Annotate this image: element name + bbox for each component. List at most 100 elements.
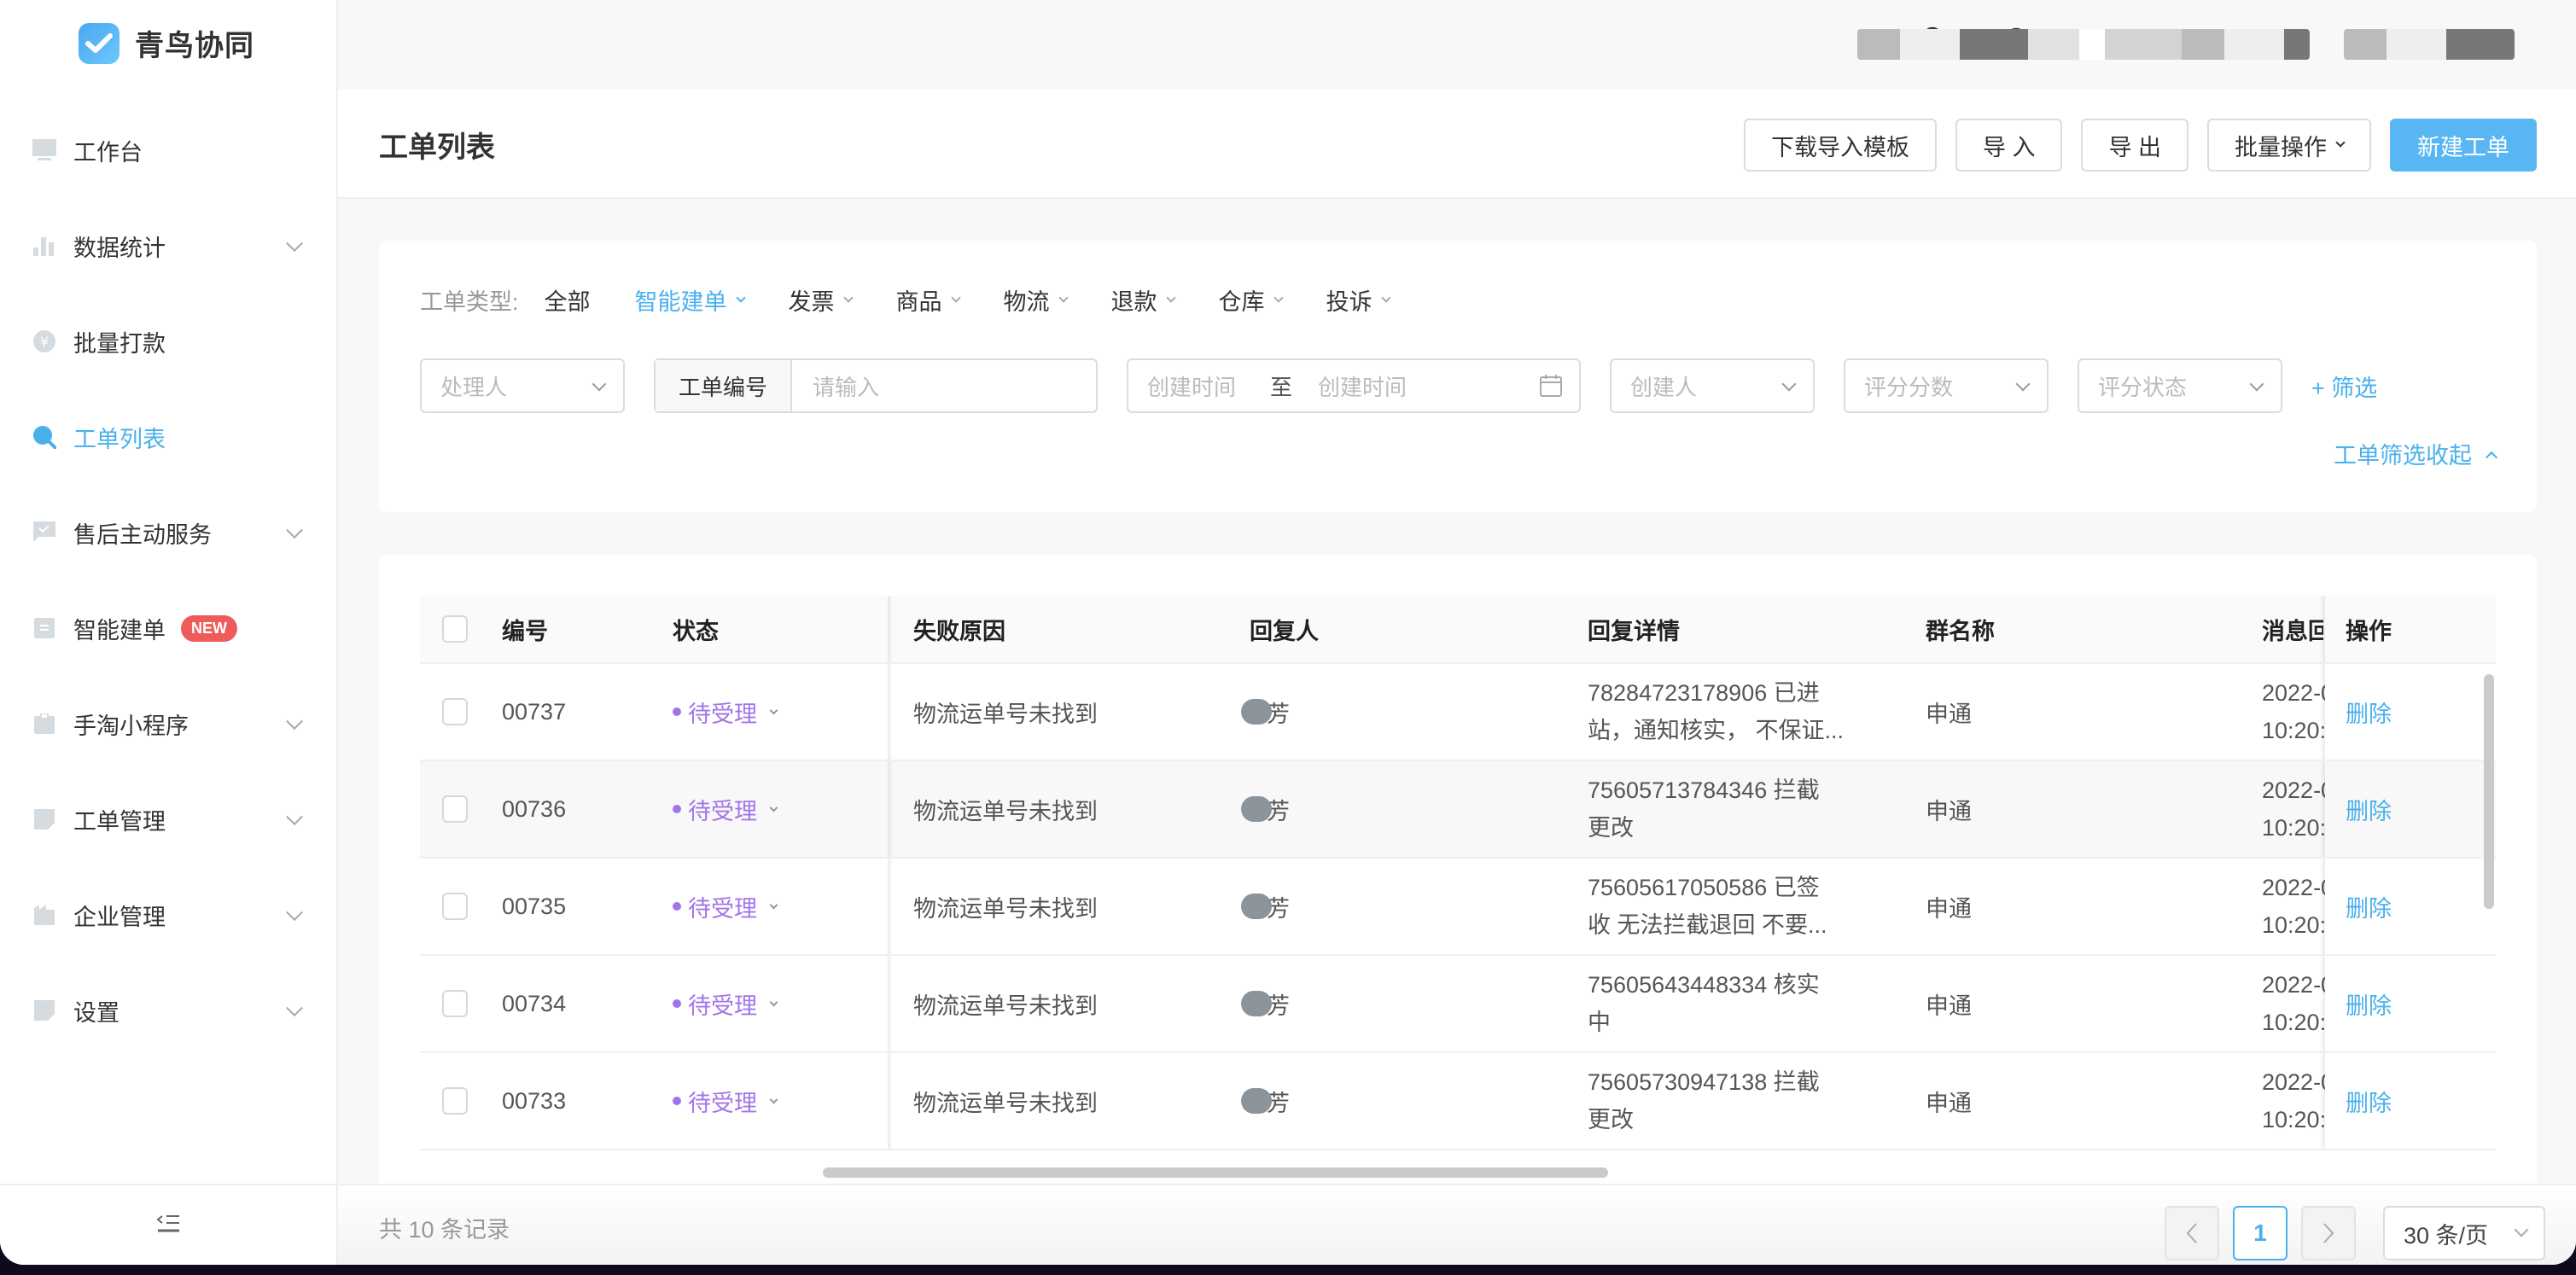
- failure-reason: 物流运单号未找到: [913, 798, 1098, 824]
- settings-note-icon: [32, 998, 56, 1022]
- type-tab-label: 仓库: [1218, 289, 1265, 315]
- creator-select[interactable]: 创建人: [1610, 358, 1815, 413]
- replier: 芳: [1241, 664, 1290, 760]
- ticket-id[interactable]: 00734: [502, 956, 566, 1051]
- next-page-button[interactable]: [2301, 1206, 2356, 1260]
- redacted-name-blur: [1241, 1088, 1272, 1114]
- chevron-down-icon: [2015, 376, 2031, 392]
- horizontal-scrollbar[interactable]: [823, 1167, 1608, 1178]
- status-dot-icon: [673, 805, 681, 813]
- sidebar-item-settings[interactable]: 设置: [0, 963, 338, 1058]
- search-icon: [32, 425, 56, 449]
- delete-link[interactable]: 删除: [2346, 793, 2392, 826]
- chevron-down-icon: [286, 521, 303, 539]
- collapse-filters-button[interactable]: 工单筛选收起: [2334, 437, 2498, 470]
- sidebar-item-label: 手淘小程序: [73, 713, 189, 739]
- type-tab-warehouse[interactable]: 仓库: [1218, 283, 1284, 317]
- new-badge: NEW: [181, 614, 237, 642]
- vertical-scrollbar[interactable]: [2484, 674, 2494, 909]
- score-status-select[interactable]: 评分状态: [2078, 358, 2282, 413]
- chevron-down-icon: [592, 376, 607, 392]
- row-checkbox[interactable]: [442, 1087, 468, 1115]
- status-dropdown[interactable]: 待受理: [673, 664, 778, 760]
- handler-select[interactable]: 处理人: [420, 358, 625, 413]
- replier: 芳: [1241, 761, 1290, 857]
- page-size-value: 30 条/页: [2404, 1222, 2489, 1249]
- page-number[interactable]: 1: [2233, 1206, 2288, 1260]
- header-actions: 下载导入模板 导 入 导 出 批量操作 新建工单: [1725, 119, 2537, 172]
- delete-link[interactable]: 删除: [2346, 696, 2392, 729]
- status-dropdown[interactable]: 待受理: [673, 859, 778, 954]
- type-tab-all[interactable]: 全部: [545, 283, 591, 317]
- date-end-input[interactable]: 创建时间: [1318, 370, 1407, 402]
- status-dropdown[interactable]: 待受理: [673, 761, 778, 857]
- sidebar-item-enterprise[interactable]: 企业管理: [0, 867, 338, 963]
- sidebar-item-smart-create[interactable]: 智能建单 NEW: [0, 580, 338, 676]
- import-button[interactable]: 导 入: [1955, 119, 2063, 172]
- ticket-id[interactable]: 00736: [502, 761, 566, 857]
- type-tab-invoice[interactable]: 发票: [789, 283, 854, 317]
- collapse-filters-label: 工单筛选收起: [2334, 443, 2472, 469]
- delete-link[interactable]: 删除: [2346, 987, 2392, 1021]
- ticket-number-input[interactable]: 请输入: [792, 370, 879, 402]
- type-tab-refund[interactable]: 退款: [1110, 283, 1176, 317]
- sidebar-item-ticket-list[interactable]: 工单列表: [0, 389, 338, 485]
- sidebar-item-ticket-management[interactable]: 工单管理: [0, 771, 338, 867]
- delete-link[interactable]: 删除: [2346, 890, 2392, 923]
- fixed-column-shadow: [888, 859, 893, 954]
- replier: 芳: [1241, 956, 1290, 1051]
- ticket-id[interactable]: 00733: [502, 1053, 566, 1149]
- download-template-button[interactable]: 下载导入模板: [1743, 119, 1937, 172]
- table-row: 00733 待受理 物流运单号未找到芳 75605730947138 拦截 更改 申通 2…: [420, 1053, 2496, 1150]
- export-button[interactable]: 导 出: [2081, 119, 2188, 172]
- type-tab-complaint[interactable]: 投诉: [1326, 283, 1391, 317]
- sidebar-item-label: 工单列表: [73, 426, 166, 452]
- create-ticket-button[interactable]: 新建工单: [2390, 119, 2537, 172]
- sidebar-item-aftersales[interactable]: 售后主动服务: [0, 485, 338, 580]
- type-tab-label: 投诉: [1326, 289, 1373, 315]
- status-label: 待受理: [688, 798, 757, 824]
- fixed-column-shadow: [888, 956, 893, 1051]
- prev-page-button[interactable]: [2165, 1206, 2219, 1260]
- sidebar-item-workbench[interactable]: 工作台: [0, 102, 338, 198]
- ticket-number-field: 工单编号 请输入: [654, 358, 1098, 413]
- handler-placeholder: 处理人: [440, 374, 508, 400]
- failure-reason: 物流运单号未找到: [913, 895, 1098, 922]
- group-name: 申通: [1926, 1090, 1972, 1116]
- collapse-menu-icon: [156, 1212, 181, 1239]
- page-size-select[interactable]: 30 条/页: [2383, 1206, 2545, 1260]
- ticket-id[interactable]: 00735: [502, 859, 566, 954]
- type-tab-smart-create[interactable]: 智能建单: [635, 283, 746, 317]
- chevron-down-icon: [769, 1095, 778, 1103]
- chevron-down-icon: [735, 292, 746, 303]
- type-tab-logistics[interactable]: 物流: [1004, 283, 1069, 317]
- status-dropdown[interactable]: 待受理: [673, 1053, 778, 1149]
- row-checkbox[interactable]: [442, 795, 468, 823]
- chevron-down-icon: [1165, 292, 1176, 303]
- delete-link[interactable]: 删除: [2346, 1085, 2392, 1118]
- created-date-range[interactable]: 创建时间 至 创建时间: [1127, 358, 1581, 413]
- chevron-up-icon: [2485, 451, 2498, 463]
- score-select[interactable]: 评分分数: [1844, 358, 2049, 413]
- select-all-checkbox[interactable]: [442, 615, 468, 643]
- batch-operation-dropdown[interactable]: 批量操作: [2207, 119, 2371, 172]
- sidebar-item-batch-payment[interactable]: ¥ 批量打款: [0, 294, 338, 389]
- type-tab-label: 退款: [1110, 289, 1157, 315]
- sidebar-collapse-button[interactable]: [0, 1184, 338, 1265]
- row-checkbox[interactable]: [442, 990, 468, 1017]
- sidebar-item-taobao-miniapp[interactable]: 手淘小程序: [0, 676, 338, 771]
- ticket-type-label: 工单类型:: [420, 289, 519, 315]
- date-start-input[interactable]: 创建时间: [1147, 370, 1236, 402]
- app-logo[interactable]: 青鸟协同: [79, 22, 254, 64]
- status-label: 待受理: [688, 701, 757, 727]
- ticket-id[interactable]: 00737: [502, 664, 566, 760]
- add-filter-button[interactable]: + 筛选: [2311, 370, 2377, 403]
- type-tab-product[interactable]: 商品: [896, 283, 961, 317]
- row-checkbox[interactable]: [442, 893, 468, 920]
- status-dropdown[interactable]: 待受理: [673, 956, 778, 1051]
- row-checkbox[interactable]: [442, 698, 468, 725]
- fixed-column-shadow: [888, 761, 893, 857]
- chevron-down-icon: [842, 292, 854, 303]
- sidebar-item-statistics[interactable]: 数据统计: [0, 198, 338, 294]
- column-header-action: 操作: [2325, 596, 2496, 662]
